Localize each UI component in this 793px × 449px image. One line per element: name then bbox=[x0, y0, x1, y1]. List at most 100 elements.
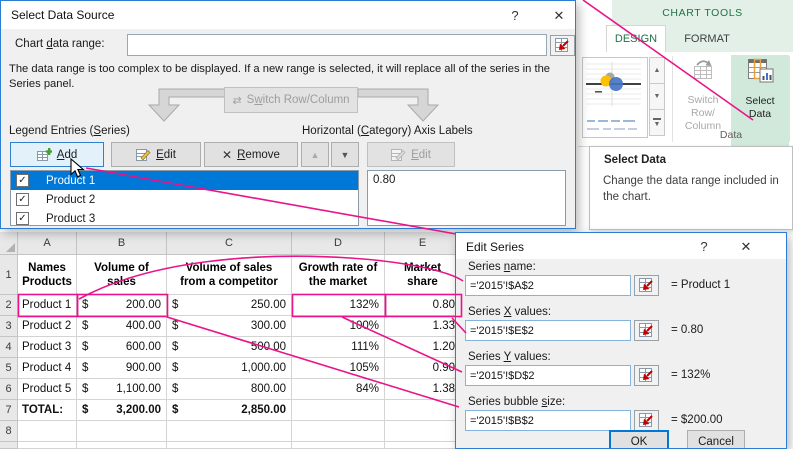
axis-value-item[interactable]: 0.80 bbox=[368, 171, 565, 190]
row-header-5[interactable]: 5 bbox=[0, 358, 18, 379]
cell-D6[interactable]: 84% bbox=[292, 379, 385, 400]
row-header-7[interactable]: 7 bbox=[0, 400, 18, 421]
cell-E4[interactable]: 1.20 bbox=[385, 337, 461, 358]
chart-data-range-label: Chart data range: bbox=[15, 38, 105, 50]
cell-D1[interactable]: Growth rate of the market bbox=[292, 255, 385, 295]
cell-B7[interactable]: $3,200.00 bbox=[77, 400, 167, 421]
col-header-B[interactable]: B bbox=[77, 232, 167, 255]
cell-C7[interactable]: $2,850.00 bbox=[167, 400, 292, 421]
row-header-4[interactable]: 4 bbox=[0, 337, 18, 358]
cell-A3[interactable]: Product 2 bbox=[18, 316, 77, 337]
col-header-A[interactable]: A bbox=[18, 232, 77, 255]
move-series-down-button[interactable]: ▼ bbox=[331, 142, 359, 167]
checkbox-icon[interactable]: ✓ bbox=[16, 212, 29, 225]
cell-D7[interactable] bbox=[292, 400, 385, 421]
select-all-corner[interactable] bbox=[0, 232, 18, 255]
gallery-scroll-up-button[interactable]: ▲ bbox=[649, 57, 665, 84]
range-picker-button[interactable] bbox=[634, 365, 659, 386]
close-icon[interactable]: ✕ bbox=[545, 6, 573, 26]
cell-B8[interactable] bbox=[77, 421, 167, 442]
series-row-product-1[interactable]: ✓ Product 1 bbox=[11, 171, 358, 190]
cell-C4[interactable]: $500.00 bbox=[167, 337, 292, 358]
cell-C2[interactable]: $250.00 bbox=[167, 295, 292, 316]
row-header-2[interactable]: 2 bbox=[0, 295, 18, 316]
tab-design[interactable]: DESIGN bbox=[606, 25, 666, 52]
cell-A2[interactable]: Product 1 bbox=[18, 295, 77, 316]
cell-D[interactable] bbox=[292, 442, 385, 449]
move-series-up-button[interactable]: ▲ bbox=[301, 142, 329, 167]
range-picker-button[interactable] bbox=[634, 320, 659, 341]
cell-A[interactable] bbox=[18, 442, 77, 449]
cell-E3[interactable]: 1.33 bbox=[385, 316, 461, 337]
checkbox-icon[interactable]: ✓ bbox=[16, 193, 29, 206]
cell-A5[interactable]: Product 4 bbox=[18, 358, 77, 379]
cell-C8[interactable] bbox=[167, 421, 292, 442]
axis-values-list[interactable]: 0.80 bbox=[367, 170, 566, 226]
cell-B6[interactable]: $1,100.00 bbox=[77, 379, 167, 400]
cell-A8[interactable] bbox=[18, 421, 77, 442]
edit-series-button[interactable]: Edit bbox=[111, 142, 201, 167]
series-name-input[interactable] bbox=[465, 275, 631, 296]
cancel-button[interactable]: Cancel bbox=[687, 430, 745, 448]
cell-D8[interactable] bbox=[292, 421, 385, 442]
cell-D3[interactable]: 100% bbox=[292, 316, 385, 337]
row-header-1[interactable]: 1 bbox=[0, 255, 18, 295]
cell-D4[interactable]: 111% bbox=[292, 337, 385, 358]
range-picker-button[interactable] bbox=[634, 410, 659, 431]
cell-D5[interactable]: 105% bbox=[292, 358, 385, 379]
col-header-D[interactable]: D bbox=[292, 232, 385, 255]
cell-C1[interactable]: Volume of sales from a competitor bbox=[167, 255, 292, 295]
gallery-more-styles-button[interactable]: ▼ bbox=[649, 109, 665, 136]
range-picker-button[interactable] bbox=[634, 275, 659, 296]
cell-B[interactable] bbox=[77, 442, 167, 449]
col-header-C[interactable]: C bbox=[167, 232, 292, 255]
gallery-scroll-down-button[interactable]: ▼ bbox=[649, 83, 665, 110]
cell-C6[interactable]: $800.00 bbox=[167, 379, 292, 400]
cell-B2[interactable]: $200.00 bbox=[77, 295, 167, 316]
edit-series-titlebar[interactable]: Edit Series ? ✕ bbox=[456, 233, 786, 259]
cell-B1[interactable]: Volume of sales bbox=[77, 255, 167, 295]
series-row-product-2[interactable]: ✓ Product 2 bbox=[11, 190, 358, 209]
range-picker-button[interactable] bbox=[550, 35, 575, 56]
cell-E5[interactable]: 0.90 bbox=[385, 358, 461, 379]
cell-B3[interactable]: $400.00 bbox=[77, 316, 167, 337]
series-list[interactable]: ✓ Product 1 ✓ Product 2 ✓ Product 3 bbox=[10, 170, 359, 226]
close-icon[interactable]: ✕ bbox=[732, 237, 760, 257]
row-header-3[interactable]: 3 bbox=[0, 316, 18, 337]
cell-A4[interactable]: Product 3 bbox=[18, 337, 77, 358]
cell-A7[interactable]: TOTAL: bbox=[18, 400, 77, 421]
cell-C5[interactable]: $1,000.00 bbox=[167, 358, 292, 379]
help-icon[interactable]: ? bbox=[501, 6, 529, 26]
row-header-8[interactable]: 8 bbox=[0, 421, 18, 442]
series-y-values-input[interactable] bbox=[465, 365, 631, 386]
series-bubble-size-input[interactable] bbox=[465, 410, 631, 431]
series-x-values-input[interactable] bbox=[465, 320, 631, 341]
tab-format[interactable]: FORMAT bbox=[674, 25, 740, 52]
cell-E[interactable] bbox=[385, 442, 461, 449]
cell-E7[interactable] bbox=[385, 400, 461, 421]
cell-E6[interactable]: 1.38 bbox=[385, 379, 461, 400]
checkbox-icon[interactable]: ✓ bbox=[16, 174, 29, 187]
help-icon[interactable]: ? bbox=[690, 237, 718, 257]
series-row-product-3[interactable]: ✓ Product 3 bbox=[11, 209, 358, 225]
cell-E1[interactable]: Market share bbox=[385, 255, 461, 295]
chart-data-range-input[interactable] bbox=[127, 34, 547, 56]
cell-B5[interactable]: $900.00 bbox=[77, 358, 167, 379]
remove-series-button[interactable]: ✕ Remove bbox=[204, 142, 298, 167]
cell-E8[interactable] bbox=[385, 421, 461, 442]
ok-button[interactable]: OK bbox=[609, 430, 669, 448]
select-data-source-titlebar[interactable]: Select Data Source ? ✕ bbox=[1, 1, 575, 29]
row-header-6[interactable]: 6 bbox=[0, 379, 18, 400]
cell-C3[interactable]: $300.00 bbox=[167, 316, 292, 337]
cell-C[interactable] bbox=[167, 442, 292, 449]
add-series-button[interactable]: Add bbox=[10, 142, 104, 167]
col-header-E[interactable]: E bbox=[385, 232, 461, 255]
cell-B4[interactable]: $600.00 bbox=[77, 337, 167, 358]
cell-D2[interactable]: 132% bbox=[292, 295, 385, 316]
chart-styles-gallery-thumbnail[interactable] bbox=[582, 57, 648, 138]
cell-E2[interactable]: 0.80 bbox=[385, 295, 461, 316]
series-y-values-label: Series Y values: bbox=[468, 351, 551, 363]
cell-A6[interactable]: Product 5 bbox=[18, 379, 77, 400]
row-header-next[interactable] bbox=[0, 442, 18, 449]
cell-A1[interactable]: Names Products bbox=[18, 255, 77, 295]
